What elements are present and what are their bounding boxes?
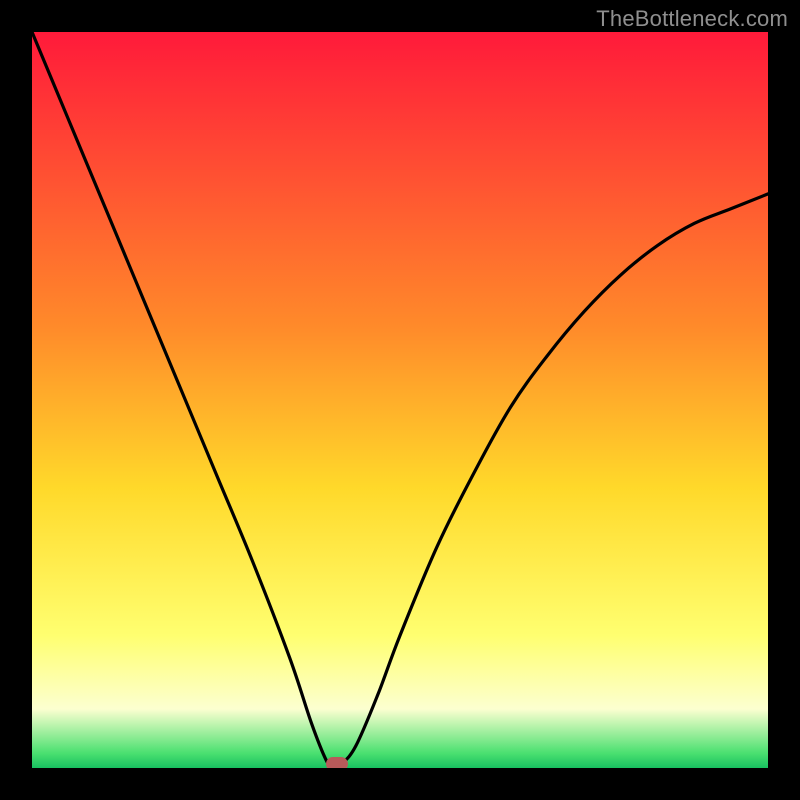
optimal-point-marker [326, 757, 348, 768]
watermark-text: TheBottleneck.com [596, 6, 788, 32]
chart-frame: TheBottleneck.com [0, 0, 800, 800]
plot-area [32, 32, 768, 768]
bottleneck-curve [32, 32, 768, 768]
